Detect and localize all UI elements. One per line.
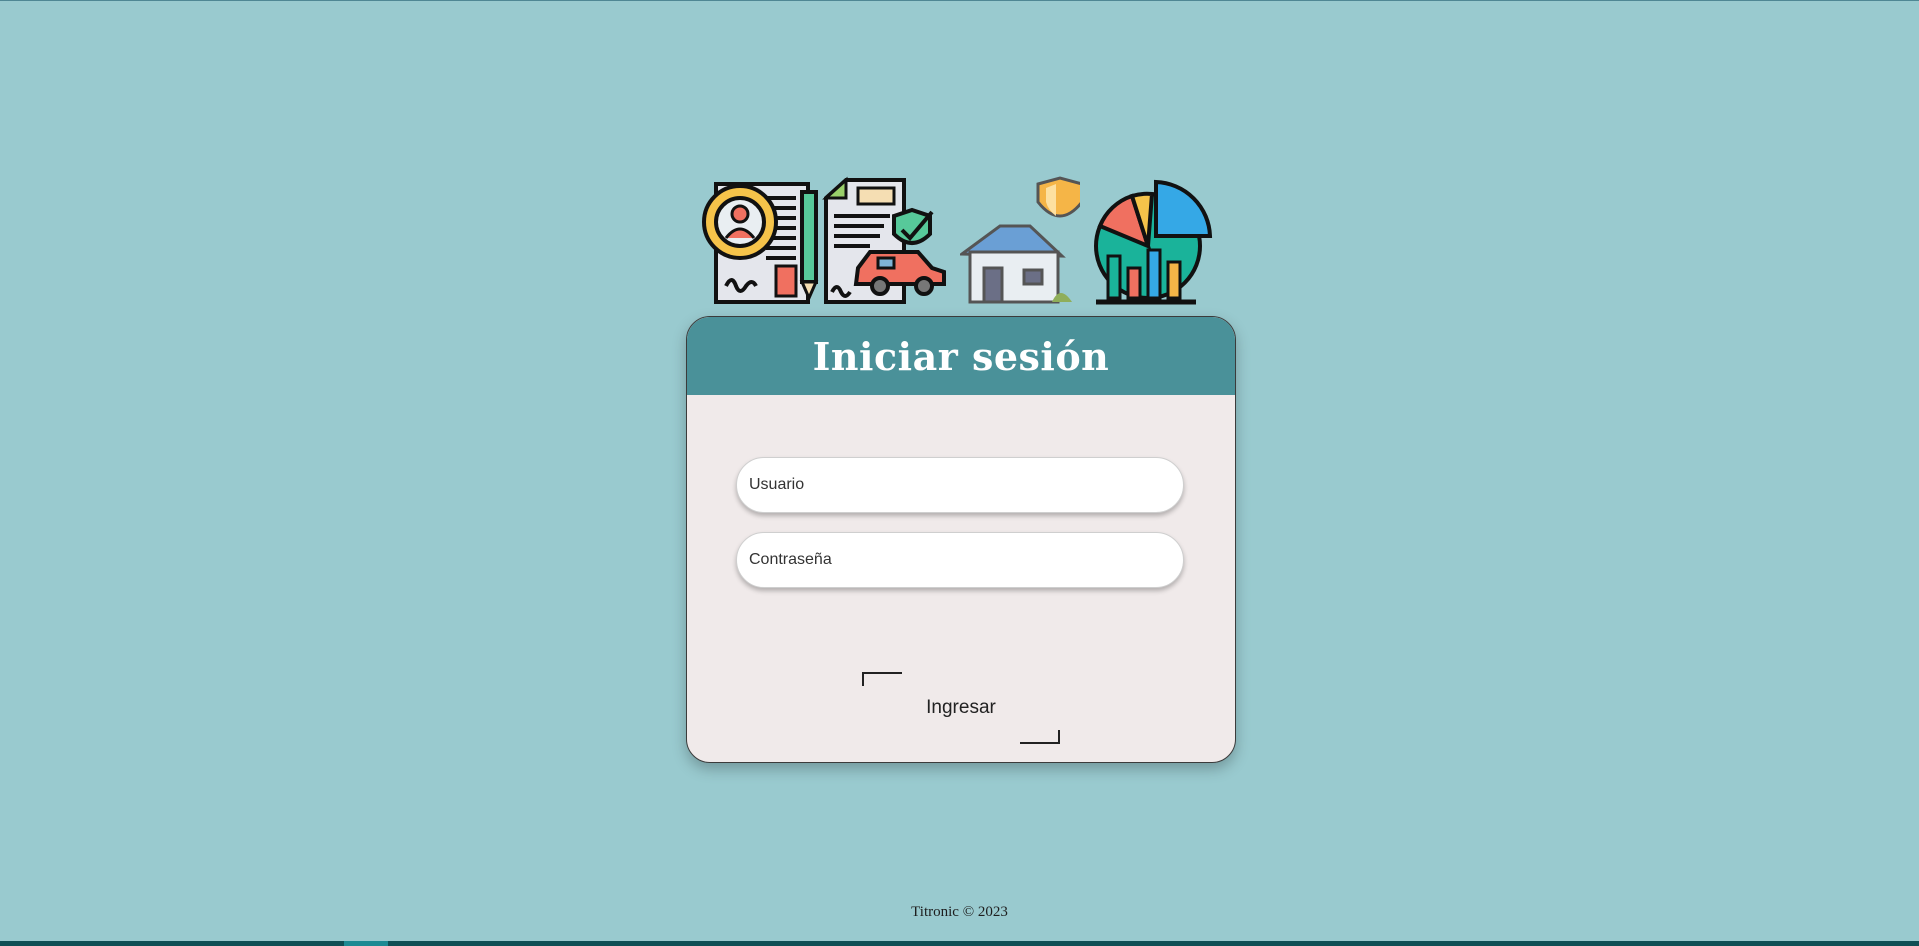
login-card: Iniciar sesión Ingresar (686, 316, 1236, 763)
car-insurance-icon (822, 176, 946, 304)
home-insurance-icon (960, 176, 1080, 304)
button-corner-bottom-right (1020, 730, 1060, 744)
bottom-bar-accent (344, 941, 388, 946)
login-button[interactable]: Ingresar (862, 672, 1060, 744)
certificate-icon (702, 182, 819, 304)
bottom-bar (0, 941, 1919, 946)
analytics-chart-icon (1094, 179, 1213, 305)
login-header: Iniciar sesión (687, 317, 1235, 395)
login-title: Iniciar sesión (812, 333, 1110, 379)
top-border (0, 0, 1919, 1)
button-corner-top-left (862, 672, 902, 686)
footer-copyright: Titronic © 2023 (911, 904, 1008, 920)
username-input[interactable] (736, 457, 1184, 513)
illustration-header (696, 176, 1216, 310)
login-button-label: Ingresar (926, 697, 996, 718)
password-input[interactable] (736, 532, 1184, 588)
